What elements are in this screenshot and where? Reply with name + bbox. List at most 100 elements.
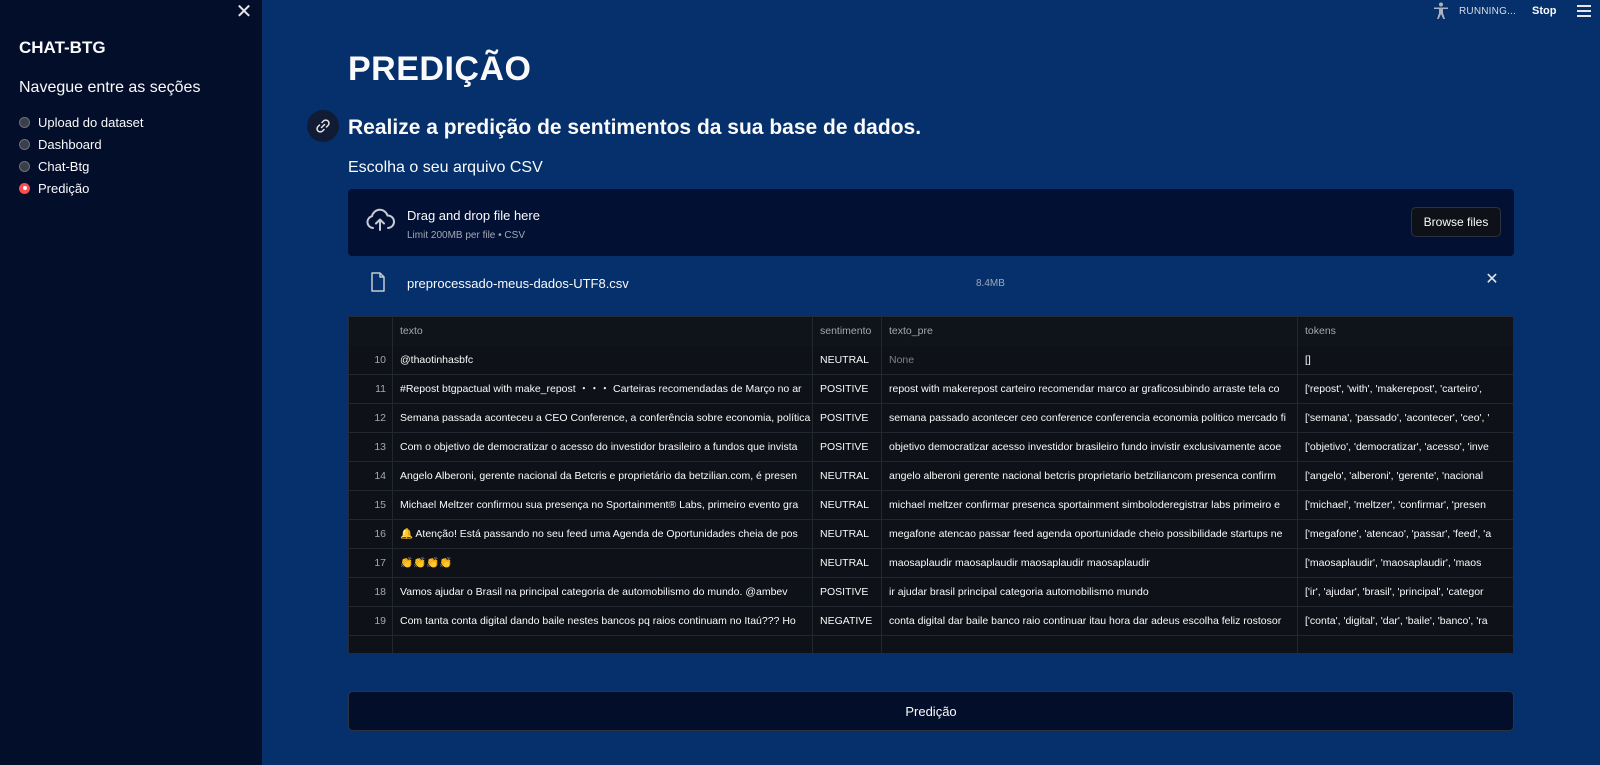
row-index[interactable]: 16 [349, 520, 393, 549]
cell-texto-pre[interactable]: maosaplaudir maosaplaudir maosaplaudir m… [882, 549, 1298, 578]
table-row[interactable]: 13 Com o objetivo de democratizar o acess… [349, 433, 1513, 462]
empty-cell [813, 636, 882, 653]
cell-tokens[interactable]: ['angelo', 'alberoni', 'gerente', 'nacio… [1298, 462, 1513, 491]
cell-texto-pre[interactable]: None [882, 346, 1298, 375]
cell-texto[interactable]: 👏👏👏👏 [393, 549, 813, 578]
radio-predicao[interactable]: Predição [19, 177, 144, 199]
empty-cell [393, 636, 813, 653]
page-title: PREDIÇÃO [348, 50, 532, 88]
cell-sentimento[interactable]: NEUTRAL [813, 491, 882, 520]
empty-cell [1298, 636, 1513, 653]
file-icon [371, 272, 385, 292]
cell-tokens[interactable]: ['conta', 'digital', 'dar', 'baile', 'ba… [1298, 607, 1513, 636]
column-header-index [349, 317, 393, 346]
row-index[interactable]: 18 [349, 578, 393, 607]
cell-texto[interactable]: Angelo Alberoni, gerente nacional da Bet… [393, 462, 813, 491]
radio-dashboard[interactable]: Dashboard [19, 133, 144, 155]
cell-sentimento[interactable]: NEUTRAL [813, 462, 882, 491]
table-row[interactable]: 17 👏👏👏👏 NEUTRAL maosaplaudir maosaplaudir m… [349, 549, 1513, 578]
table-row[interactable]: 19 Com tanta conta digital dando baile ne… [349, 607, 1513, 636]
cell-sentimento[interactable]: NEUTRAL [813, 549, 882, 578]
radio-button-icon[interactable] [19, 116, 30, 128]
column-header-tokens[interactable]: tokens [1298, 317, 1513, 346]
table-row[interactable]: 14 Angelo Alberoni, gerente nacional da B… [349, 462, 1513, 491]
cell-texto[interactable]: #Repost btgpactual with make_repost ・・・ … [393, 375, 813, 404]
dropzone-limit: Limit 200MB per file • CSV [407, 230, 525, 241]
cell-texto-pre[interactable]: repost with makerepost carteiro recomend… [882, 375, 1298, 404]
table-row[interactable]: 15 Michael Meltzer confirmou sua presença… [349, 491, 1513, 520]
row-index[interactable]: 13 [349, 433, 393, 462]
table-row[interactable]: 12 Semana passada aconteceu a CEO Confere… [349, 404, 1513, 433]
cell-tokens[interactable]: ['maosaplaudir', 'maosaplaudir', 'maos [1298, 549, 1513, 578]
cell-tokens[interactable]: ['semana', 'passado', 'acontecer', 'ceo'… [1298, 404, 1513, 433]
cell-texto-pre[interactable]: megafone atencao passar feed agenda opor… [882, 520, 1298, 549]
cell-sentimento[interactable]: NEUTRAL [813, 346, 882, 375]
section-radio-group: Upload do dataset Dashboard Chat-Btg Pre… [19, 111, 144, 199]
cell-sentimento[interactable]: NEGATIVE [813, 607, 882, 636]
cell-texto[interactable]: Com o objetivo de democratizar o acesso … [393, 433, 813, 462]
remove-file-icon[interactable]: ✕ [1484, 272, 1500, 288]
table-row[interactable]: 16 🔔 Atenção! Está passando no seu feed u… [349, 520, 1513, 549]
cell-sentimento[interactable]: NEUTRAL [813, 520, 882, 549]
cell-tokens[interactable]: [] [1298, 346, 1513, 375]
column-header-texto[interactable]: texto [393, 317, 813, 346]
row-index[interactable]: 17 [349, 549, 393, 578]
cell-texto[interactable]: @thaotinhasbfc [393, 346, 813, 375]
cell-sentimento[interactable]: POSITIVE [813, 433, 882, 462]
column-header-texto-pre[interactable]: texto_pre [882, 317, 1298, 346]
radio-button-icon[interactable] [19, 160, 30, 172]
empty-cell [882, 636, 1298, 653]
row-index[interactable]: 15 [349, 491, 393, 520]
radio-upload-do-dataset[interactable]: Upload do dataset [19, 111, 144, 133]
cell-sentimento[interactable]: POSITIVE [813, 578, 882, 607]
chain-link-icon [316, 119, 330, 133]
row-index[interactable]: 19 [349, 607, 393, 636]
uploaded-file: preprocessado-meus-dados-UTF8.csv 8.4MB … [348, 268, 1514, 298]
cell-texto[interactable]: Com tanta conta digital dando baile nest… [393, 607, 813, 636]
cell-texto-pre[interactable]: angelo alberoni gerente nacional betcris… [882, 462, 1298, 491]
table-row[interactable]: 10 @thaotinhasbfc NEUTRAL None[] [349, 346, 1513, 375]
sidebar-title: CHAT-BTG [19, 38, 106, 57]
cell-texto-pre[interactable]: objetivo democratizar acesso investidor … [882, 433, 1298, 462]
cell-texto[interactable]: Michael Meltzer confirmou sua presença n… [393, 491, 813, 520]
cell-sentimento[interactable]: POSITIVE [813, 375, 882, 404]
row-index[interactable]: 10 [349, 346, 393, 375]
cell-tokens[interactable]: ['megafone', 'atencao', 'passar', 'feed'… [1298, 520, 1513, 549]
sidebar-close-icon[interactable]: ✕ [234, 2, 254, 22]
empty-cell [349, 636, 393, 653]
cell-tokens[interactable]: ['ir', 'ajudar', 'brasil', 'principal', … [1298, 578, 1513, 607]
radio-label: Dashboard [38, 136, 102, 152]
predict-button[interactable]: Predição [348, 691, 1514, 731]
dataframe-table[interactable]: texto sentimento texto_pre tokens 10 @tha… [348, 316, 1514, 654]
radio-button-icon[interactable] [19, 138, 30, 150]
cell-texto[interactable]: Vamos ajudar o Brasil na principal categ… [393, 578, 813, 607]
cell-texto-pre[interactable]: michael meltzer confirmar presenca sport… [882, 491, 1298, 520]
row-index[interactable]: 11 [349, 375, 393, 404]
running-status: RUNNING... [1459, 6, 1516, 17]
cell-tokens[interactable]: ['repost', 'with', 'makerepost', 'cartei… [1298, 375, 1513, 404]
radio-button-selected-icon[interactable] [19, 182, 30, 194]
cell-texto[interactable]: 🔔 Atenção! Está passando no seu feed uma… [393, 520, 813, 549]
stop-button[interactable]: Stop [1532, 5, 1556, 17]
row-index[interactable]: 12 [349, 404, 393, 433]
radio-chat-btg[interactable]: Chat-Btg [19, 155, 144, 177]
cell-tokens[interactable]: ['objetivo', 'democratizar', 'acesso', '… [1298, 433, 1513, 462]
file-dropzone[interactable]: Drag and drop file here Limit 200MB per … [348, 189, 1514, 256]
cell-texto-pre[interactable]: conta digital dar baile banco raio conti… [882, 607, 1298, 636]
link-icon[interactable] [307, 110, 339, 142]
cell-texto-pre[interactable]: ir ajudar brasil principal categoria aut… [882, 578, 1298, 607]
table-header-row: texto sentimento texto_pre tokens [349, 317, 1513, 346]
menu-icon[interactable] [1577, 5, 1591, 17]
file-size: 8.4MB [976, 278, 1005, 289]
cell-texto-pre[interactable]: semana passado acontecer ceo conference … [882, 404, 1298, 433]
row-index[interactable]: 14 [349, 462, 393, 491]
cell-tokens[interactable]: ['michael', 'meltzer', 'confirmar', 'pre… [1298, 491, 1513, 520]
cell-texto[interactable]: Semana passada aconteceu a CEO Conferenc… [393, 404, 813, 433]
column-header-sentimento[interactable]: sentimento [813, 317, 882, 346]
sidebar-subtitle: Navegue entre as seções [19, 79, 201, 96]
table-row[interactable]: 18 Vamos ajudar o Brasil na principal cat… [349, 578, 1513, 607]
browse-files-button[interactable]: Browse files [1411, 207, 1501, 237]
table-row[interactable]: 11 #Repost btgpactual with make_repost ・・… [349, 375, 1513, 404]
file-name: preprocessado-meus-dados-UTF8.csv [407, 276, 629, 291]
cell-sentimento[interactable]: POSITIVE [813, 404, 882, 433]
